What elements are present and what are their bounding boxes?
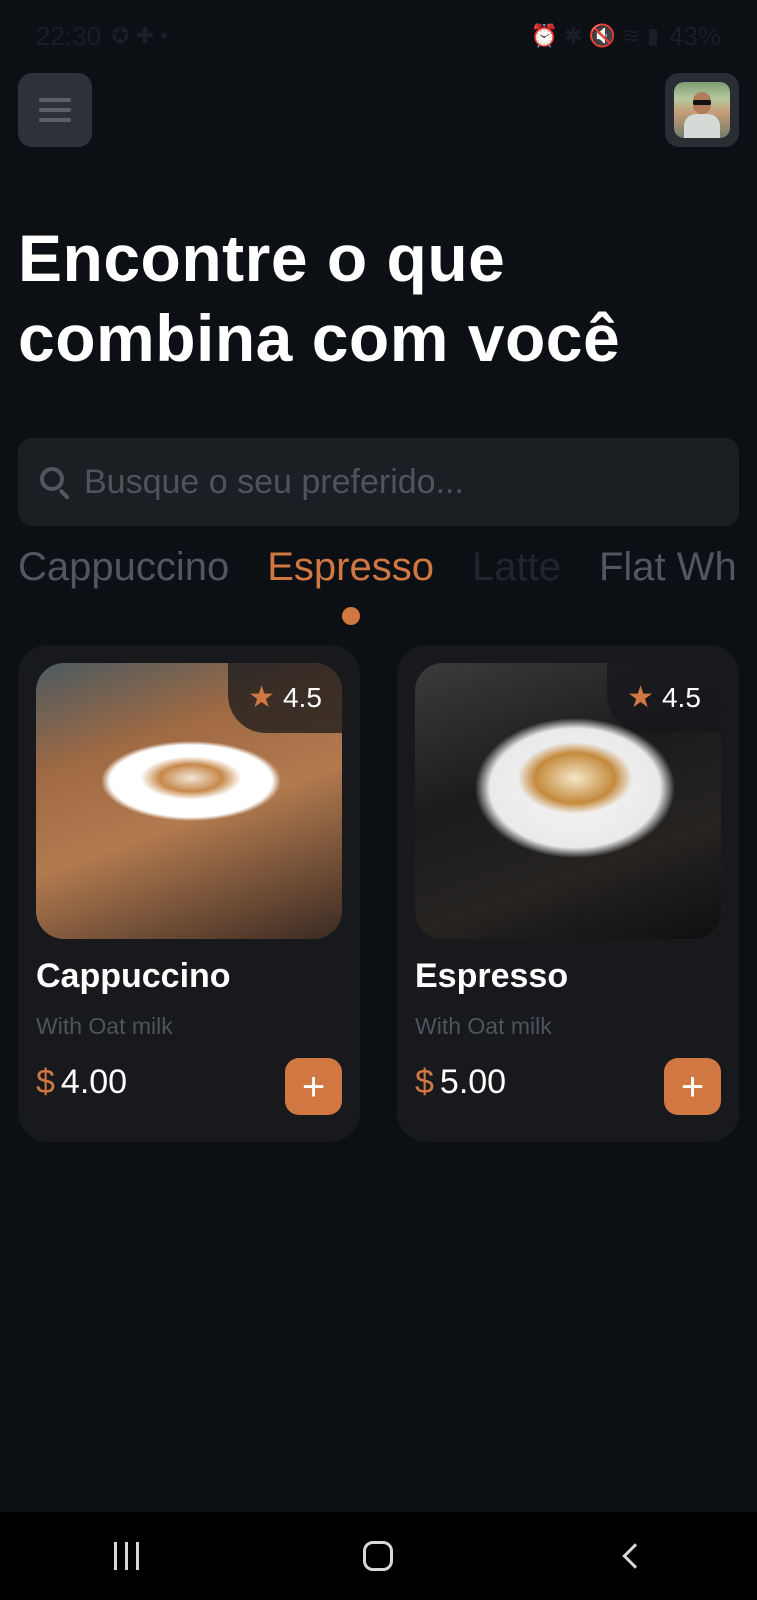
currency-symbol: $ — [415, 1063, 434, 1101]
tab-espresso[interactable]: Espresso — [267, 545, 434, 635]
hamburger-bar — [39, 108, 71, 112]
search-icon-ring — [40, 467, 64, 491]
currency-symbol: $ — [36, 1063, 55, 1101]
status-right: ⏰ ✱ 🔇 ≋ ▮ 43% — [531, 21, 721, 52]
avatar-shirt — [684, 114, 720, 138]
rating-value: 4.5 — [661, 682, 701, 713]
tab-label: Flat White — [598, 545, 739, 589]
home-icon — [363, 1541, 394, 1571]
product-subtitle: With Oat milk — [36, 1013, 173, 1039]
recents-icon — [113, 1542, 139, 1570]
rating-badge: ★ 4.5 — [228, 663, 342, 733]
product-subtitle: With Oat milk — [415, 1013, 552, 1039]
search-icon — [38, 465, 72, 500]
page-title-line-2: combina com você — [18, 301, 621, 375]
product-card-espresso[interactable]: ★ 4.5 Espresso With Oat milk $5.00 + — [397, 645, 739, 1142]
product-image-cappuccino: ★ 4.5 — [36, 663, 342, 939]
tab-flat-white[interactable]: Flat White — [599, 545, 739, 635]
tab-latte[interactable]: Latte — [472, 545, 561, 635]
rating-value: 4.5 — [282, 682, 322, 713]
add-to-cart-button[interactable]: + — [664, 1058, 721, 1115]
search-icon-handle — [58, 488, 70, 500]
price-value: 5.00 — [439, 1063, 507, 1101]
status-left: 22:30 ✪ ✚ • — [36, 21, 168, 52]
product-name: Espresso — [415, 957, 569, 995]
product-price: $4.00 — [36, 1063, 127, 1102]
plus-icon: + — [301, 1064, 326, 1109]
status-bar: 22:30 ✪ ✚ • ⏰ ✱ 🔇 ≋ ▮ 43% — [0, 0, 757, 72]
hamburger-menu-icon — [39, 98, 71, 102]
rating-badge: ★ 4.5 — [607, 663, 721, 733]
hamburger-bar — [39, 118, 71, 122]
system-status-icons: ⏰ ✱ 🔇 ≋ ▮ — [530, 23, 659, 48]
active-tab-indicator — [341, 607, 360, 625]
star-icon: ★ — [627, 681, 654, 714]
tab-label: Cappuccino — [18, 545, 230, 589]
profile-button[interactable] — [665, 73, 739, 147]
tab-cappuccino[interactable]: Cappuccino — [18, 545, 229, 635]
status-time: 22:30 — [36, 20, 102, 51]
search-input[interactable] — [84, 462, 704, 502]
tab-label: Espresso — [267, 545, 434, 589]
nav-recents-button[interactable] — [81, 1526, 171, 1586]
nav-home-button[interactable] — [333, 1526, 423, 1586]
product-price: $5.00 — [415, 1063, 506, 1102]
nav-back-button[interactable] — [586, 1526, 676, 1586]
avatar-glasses — [693, 100, 711, 105]
star-icon: ★ — [248, 681, 275, 714]
battery-level: 43% — [668, 20, 721, 51]
product-name: Cappuccino — [36, 957, 231, 995]
product-image-espresso: ★ 4.5 — [415, 663, 721, 939]
price-value: 4.00 — [60, 1063, 128, 1101]
back-icon — [622, 1543, 648, 1569]
page-title-line-1: Encontre o que — [18, 221, 506, 295]
plus-icon: + — [680, 1064, 705, 1109]
menu-button[interactable] — [18, 73, 92, 147]
tab-label: Latte — [472, 545, 561, 589]
add-to-cart-button[interactable]: + — [285, 1058, 342, 1115]
product-card-cappuccino[interactable]: ★ 4.5 Cappuccino With Oat milk $4.00 + — [18, 645, 360, 1142]
category-tabs: Cappuccino Espresso Latte Flat White — [18, 545, 739, 635]
avatar — [674, 82, 730, 138]
system-nav-bar — [0, 1512, 757, 1600]
page-title: Encontre o que combina com você — [18, 218, 738, 378]
notification-icons: ✪ ✚ • — [111, 23, 168, 48]
search-bar[interactable] — [18, 438, 739, 526]
